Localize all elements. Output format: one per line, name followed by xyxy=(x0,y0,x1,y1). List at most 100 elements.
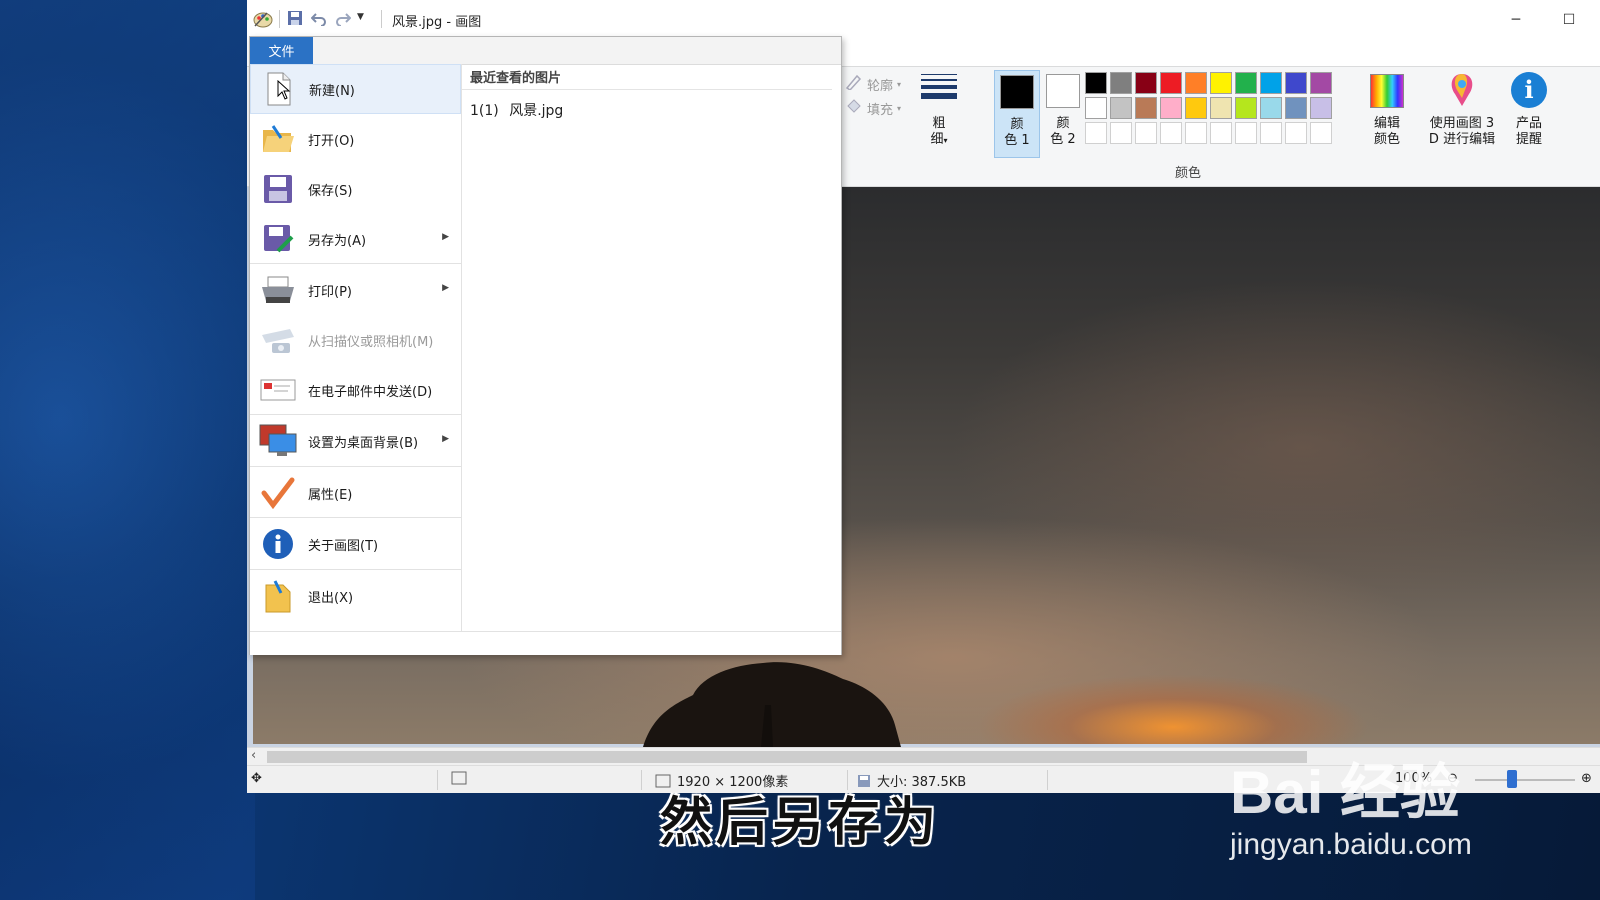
palette-swatch[interactable] xyxy=(1210,97,1232,119)
file-tab[interactable]: 文件 xyxy=(250,37,313,64)
palette-swatch[interactable] xyxy=(1285,97,1307,119)
palette-swatch[interactable] xyxy=(1085,72,1107,94)
palette-swatch[interactable] xyxy=(1135,72,1157,94)
menu-separator xyxy=(250,569,461,570)
palette-swatch[interactable] xyxy=(1210,72,1232,94)
checkmark-icon xyxy=(258,473,298,513)
save-disk-icon xyxy=(258,169,298,209)
paint3d-icon xyxy=(1445,72,1479,108)
palette-swatch[interactable] xyxy=(1185,122,1207,144)
palette-swatch[interactable] xyxy=(1210,122,1232,144)
file-menu-item-label: 新建(N) xyxy=(309,83,355,99)
undo-icon[interactable] xyxy=(311,10,327,26)
palette-swatch[interactable] xyxy=(1310,122,1332,144)
palette-swatch[interactable] xyxy=(1135,122,1157,144)
paint3d-button[interactable]: 使用画图 3D 进行编辑 xyxy=(1419,70,1505,156)
recent-item-name: 风景.jpg xyxy=(509,103,564,119)
palette-swatch[interactable] xyxy=(1135,97,1157,119)
file-menu-commands: 新建(N) 打开(O) 保存(S) 另存为(A) ▶ 打印(P) ▶ 从扫描仪或照相机(M) 在… xyxy=(250,64,462,631)
open-folder-icon xyxy=(258,119,298,159)
fill-dropdown[interactable]: 填充 ▾ xyxy=(845,98,901,118)
edit-colors-button[interactable]: 编辑 颜色 xyxy=(1365,70,1409,156)
palette-swatch[interactable] xyxy=(1260,72,1282,94)
colors-group-label: 颜色 xyxy=(1175,166,1202,181)
palette-swatch[interactable] xyxy=(1085,97,1107,119)
color2-label-2: 色 2 xyxy=(1050,132,1076,147)
file-menu-item[interactable]: 属性(E) xyxy=(250,468,461,518)
file-menu-item[interactable]: 退出(X) xyxy=(250,571,461,621)
tree-silhouette xyxy=(643,662,901,747)
scanner-icon xyxy=(258,320,298,360)
printer-icon xyxy=(258,270,298,310)
palette-swatch[interactable] xyxy=(1110,122,1132,144)
file-menu-tab-strip: 文件 xyxy=(250,37,841,65)
file-menu-item[interactable]: 打开(O) xyxy=(250,114,461,164)
save-as-icon xyxy=(258,219,298,259)
file-menu-item[interactable]: 另存为(A) ▶ xyxy=(250,214,461,264)
palette-swatch[interactable] xyxy=(1235,97,1257,119)
file-menu-item-label: 属性(E) xyxy=(308,487,353,503)
product-alert-button[interactable]: i 产品 提醒 xyxy=(1507,70,1551,156)
color1-button[interactable]: 颜色 1 xyxy=(994,70,1040,158)
recent-item[interactable]: 1(1) 风景.jpg xyxy=(470,100,563,120)
size-label-1: 粗 xyxy=(932,116,946,131)
palette-swatch[interactable] xyxy=(1185,97,1207,119)
product-alert-label-2: 提醒 xyxy=(1515,132,1542,147)
file-menu-item: 从扫描仪或照相机(M) xyxy=(250,315,461,365)
edit-colors-label-1: 编辑 xyxy=(1373,116,1400,131)
quick-save-icon[interactable] xyxy=(287,10,303,26)
customize-toolbar-icon[interactable]: ▼ xyxy=(357,12,364,22)
file-menu-item-label: 在电子邮件中发送(D) xyxy=(308,384,433,400)
palette-swatch[interactable] xyxy=(1310,97,1332,119)
palette-swatch[interactable] xyxy=(1110,72,1132,94)
palette-swatch[interactable] xyxy=(1235,72,1257,94)
palette-swatch[interactable] xyxy=(1160,122,1182,144)
fill-label: 填充 xyxy=(867,102,894,118)
color2-swatch xyxy=(1046,74,1080,108)
product-alert-label-1: 产品 xyxy=(1515,116,1542,131)
palette-swatch[interactable] xyxy=(1110,97,1132,119)
file-menu-item[interactable]: 设置为桌面背景(B) ▶ xyxy=(250,416,461,466)
baidu-watermark-url: jingyan.baidu.com xyxy=(1230,828,1472,861)
palette-swatch[interactable] xyxy=(1285,122,1307,144)
size-button[interactable]: 粗细▾ xyxy=(917,70,961,156)
file-menu-item-label: 设置为桌面背景(B) xyxy=(308,435,419,451)
palette-swatch[interactable] xyxy=(1285,72,1307,94)
palette-swatch[interactable] xyxy=(1085,122,1107,144)
file-menu-item-label: 打开(O) xyxy=(308,133,355,149)
line-thickness-icon xyxy=(921,74,957,99)
recent-pictures-pane: 最近查看的图片 1(1) 风景.jpg xyxy=(462,64,840,631)
file-menu-item-label: 从扫描仪或照相机(M) xyxy=(308,334,434,350)
file-menu-item[interactable]: 保存(S) xyxy=(250,164,461,214)
redo-icon[interactable] xyxy=(335,10,351,26)
palette-swatch[interactable] xyxy=(1235,122,1257,144)
scroll-left-icon[interactable]: ‹ xyxy=(251,748,256,763)
file-menu: 文件 新建(N) 打开(O) 保存(S) 另存为(A) ▶ 打印(P) ▶ 从扫描仪或照相机(… xyxy=(249,36,842,655)
color2-button[interactable]: 颜色 2 xyxy=(1041,70,1085,156)
palette-swatch[interactable] xyxy=(1260,122,1282,144)
color-palette xyxy=(1085,72,1332,144)
file-menu-item[interactable]: 打印(P) ▶ xyxy=(250,265,461,315)
outline-pen-icon xyxy=(845,74,863,94)
recent-pictures-header: 最近查看的图片 xyxy=(462,64,832,90)
color2-label-1: 颜 xyxy=(1056,116,1070,131)
info-circle-icon: i xyxy=(1511,72,1547,108)
palette-swatch[interactable] xyxy=(1160,72,1182,94)
scrollbar-thumb[interactable] xyxy=(267,751,1307,763)
palette-swatch[interactable] xyxy=(1160,97,1182,119)
window-title: 风景.jpg - 画图 xyxy=(392,15,482,30)
file-menu-footer xyxy=(250,631,841,655)
minimize-button[interactable]: ─ xyxy=(1493,6,1539,34)
file-menu-item-label: 关于画图(T) xyxy=(308,538,379,554)
palette-swatch[interactable] xyxy=(1185,72,1207,94)
recent-item-index: 1(1) xyxy=(470,103,499,119)
file-menu-item[interactable]: 关于画图(T) xyxy=(250,519,461,569)
maximize-button[interactable]: ☐ xyxy=(1546,6,1592,34)
outline-dropdown[interactable]: 轮廓 ▾ xyxy=(845,74,901,94)
file-menu-item[interactable]: 在电子邮件中发送(D) xyxy=(250,365,461,415)
file-menu-item-label: 打印(P) xyxy=(308,284,352,300)
desktop-background-icon xyxy=(258,421,298,461)
palette-swatch[interactable] xyxy=(1260,97,1282,119)
title-bar: ▼ 风景.jpg - 画图 ─ ☐ xyxy=(247,0,1600,38)
palette-swatch[interactable] xyxy=(1310,72,1332,94)
